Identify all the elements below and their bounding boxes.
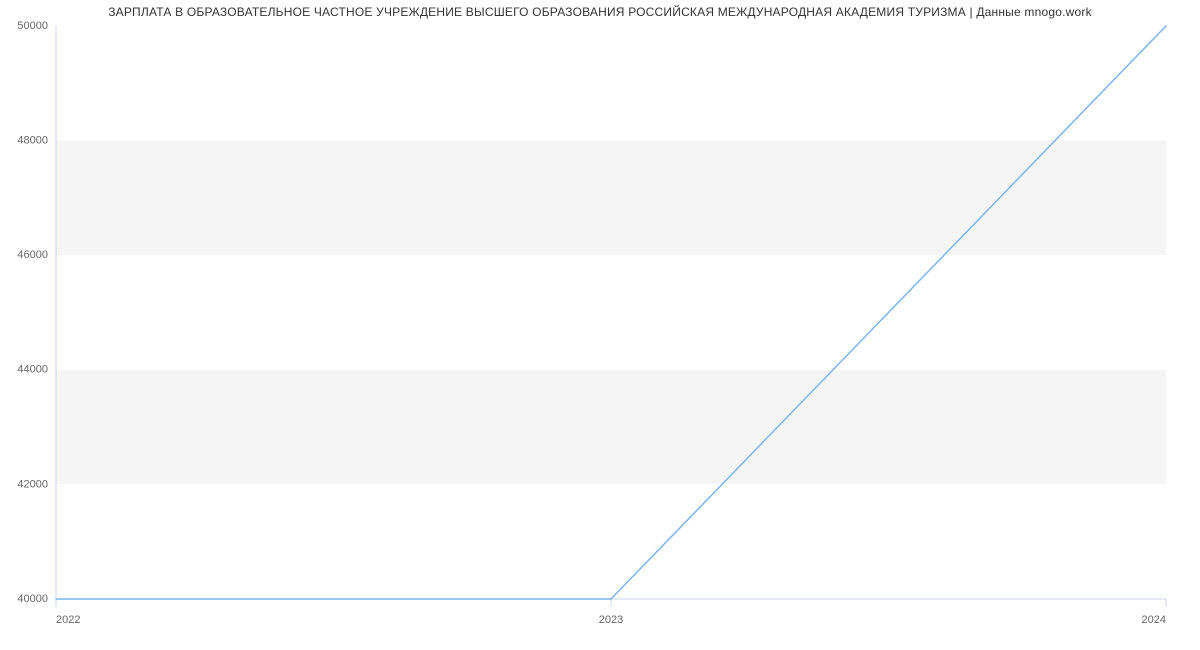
chart-svg: 40000 42000 44000 46000 48000 50000 2022…: [56, 26, 1166, 599]
y-tick-label: 46000: [17, 249, 48, 261]
y-tick-label: 50000: [17, 20, 48, 32]
y-tick-label: 48000: [17, 135, 48, 147]
series-line: [56, 26, 1166, 599]
y-tick-label: 42000: [17, 478, 48, 490]
chart-container: ЗАРПЛАТА В ОБРАЗОВАТЕЛЬНОЕ ЧАСТНОЕ УЧРЕЖ…: [0, 0, 1200, 650]
y-tick-label: 40000: [17, 593, 48, 605]
x-tick-label: 2022: [56, 614, 80, 626]
y-tick-label: 44000: [17, 364, 48, 376]
plot-area: 40000 42000 44000 46000 48000 50000 2022…: [56, 26, 1166, 599]
grid-band: [56, 370, 1166, 485]
x-tick-label: 2024: [1142, 614, 1166, 626]
chart-title: ЗАРПЛАТА В ОБРАЗОВАТЕЛЬНОЕ ЧАСТНОЕ УЧРЕЖ…: [0, 5, 1200, 19]
x-tick-label: 2023: [599, 614, 623, 626]
